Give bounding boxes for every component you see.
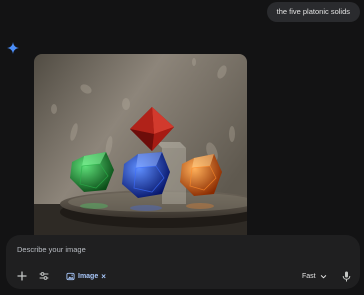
voice-button[interactable] — [339, 268, 353, 284]
prompt-composer: Image × Fast — [6, 235, 360, 289]
tools-button[interactable] — [36, 268, 52, 284]
chevron-down-icon — [320, 274, 326, 278]
user-message-text: the five platonic solids — [276, 7, 350, 16]
sparkle-icon — [7, 42, 19, 54]
tune-icon — [39, 272, 49, 280]
image-mode-chip[interactable]: Image × — [62, 268, 110, 284]
image-chip-label: Image — [78, 272, 99, 280]
close-icon[interactable]: × — [101, 272, 106, 281]
image-gen-icon — [66, 272, 75, 280]
prompt-input[interactable] — [17, 245, 317, 254]
user-message-bubble: the five platonic solids — [266, 2, 360, 22]
mic-icon — [342, 271, 350, 281]
generated-image[interactable] — [34, 54, 247, 235]
model-label: Fast — [302, 272, 316, 280]
model-selector[interactable]: Fast — [302, 268, 327, 284]
plus-icon — [17, 271, 27, 281]
add-button[interactable] — [14, 268, 30, 284]
